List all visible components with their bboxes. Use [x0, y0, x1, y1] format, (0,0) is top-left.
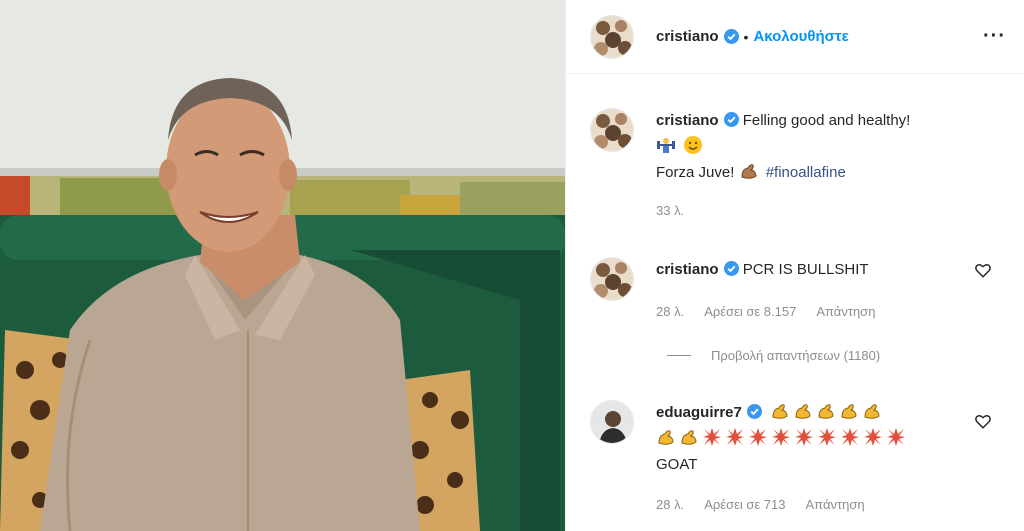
avatar-image — [591, 109, 633, 151]
verified-badge-icon — [723, 112, 739, 127]
heart-outline-icon[interactable] — [974, 412, 992, 430]
flexed-biceps-emoji-icon — [864, 404, 880, 419]
post-side-panel: cristiano • Ακολουθήστε ··· cristiano Fe… — [565, 0, 1024, 531]
caption-author-username[interactable]: cristiano — [656, 112, 719, 129]
post-author-username[interactable]: cristiano — [656, 28, 719, 45]
photo-image — [0, 0, 565, 531]
flexed-biceps-emoji-icon — [681, 430, 697, 445]
flexed-biceps-emoji-icon — [795, 404, 811, 419]
smiling-face-emoji-icon — [684, 136, 703, 154]
separator-dot: • — [743, 28, 749, 45]
anger-symbol-emoji-icon — [726, 428, 744, 446]
anger-symbol-emoji-icon — [795, 428, 813, 446]
comment-reply-button[interactable]: Απάντηση — [806, 492, 865, 518]
replies-divider-line — [667, 355, 691, 356]
comment-meta: 28 λ. Αρέσει σε 713 Απάντηση — [656, 492, 1006, 518]
post-header: cristiano • Ακολουθήστε ··· — [566, 0, 1024, 74]
comment-author-username[interactable]: eduaguirre7 — [656, 404, 742, 421]
anger-symbol-emoji-icon — [887, 428, 905, 446]
caption-body: cristiano Felling good and healthy! Forz… — [656, 108, 1006, 224]
anger-symbol-emoji-icon — [841, 428, 859, 446]
comment-row: cristiano PCR IS BULLSHIT 28 λ. Αρέσει σ… — [590, 257, 1006, 325]
avatar[interactable] — [590, 108, 634, 152]
view-replies-label: Προβολή απαντήσεων (1180) — [711, 348, 881, 363]
caption-meta: 33 λ. — [656, 198, 1006, 224]
follow-button[interactable]: Ακολουθήστε — [753, 28, 848, 45]
comment-likes-link[interactable]: Αρέσει σε 713 — [704, 492, 785, 518]
verified-badge-icon — [723, 29, 739, 44]
caption-text-line2: Forza Juve! — [656, 164, 735, 181]
verified-badge-icon — [746, 404, 762, 419]
anger-symbol-emoji-icon — [749, 428, 767, 446]
avatar[interactable] — [590, 14, 634, 59]
avatar-image — [591, 258, 633, 300]
comment-text: GOAT — [656, 456, 698, 473]
avatar-image — [591, 15, 633, 58]
heart-outline-icon[interactable] — [974, 261, 992, 279]
comment-meta: 28 λ. Αρέσει σε 8.157 Απάντηση — [656, 299, 1006, 325]
comment-emoji-row-2 — [656, 426, 1006, 452]
flexed-biceps-emoji-icon — [841, 404, 857, 419]
caption-emoji-line — [656, 134, 1006, 160]
comment-author-username[interactable]: cristiano — [656, 261, 719, 278]
caption-row: cristiano Felling good and healthy! Forz… — [590, 108, 1006, 224]
anger-symbol-emoji-icon — [772, 428, 790, 446]
anger-symbol-emoji-icon — [864, 428, 882, 446]
avatar[interactable] — [590, 400, 634, 444]
avatar-image — [591, 401, 633, 443]
comment-emoji-row-1 — [770, 404, 885, 421]
flexed-biceps-emoji-icon — [818, 404, 834, 419]
avatar[interactable] — [590, 257, 634, 301]
verified-badge-icon — [723, 261, 739, 276]
comment-row: eduaguirre7 GOAT 28 λ. Αρέσει σε 713 Απά… — [590, 400, 1006, 518]
flexed-biceps-emoji-icon — [658, 430, 674, 445]
person-lifting-weights-emoji-icon — [657, 138, 675, 153]
comment-text: PCR IS BULLSHIT — [742, 261, 869, 278]
flexed-biceps-emoji-icon — [741, 164, 757, 179]
comment-reply-button[interactable]: Απάντηση — [816, 299, 875, 325]
comment-time: 28 λ. — [656, 497, 685, 512]
post-photo[interactable] — [0, 0, 565, 531]
comment-time: 28 λ. — [656, 304, 685, 319]
caption-text-line1: Felling good and healthy! — [742, 112, 911, 129]
more-options-icon[interactable]: ··· — [983, 25, 1006, 48]
comment-likes-link[interactable]: Αρέσει σε 8.157 — [704, 299, 796, 325]
caption-time: 33 λ. — [656, 203, 685, 218]
anger-symbol-emoji-icon — [818, 428, 836, 446]
comment-body: cristiano PCR IS BULLSHIT 28 λ. Αρέσει σ… — [656, 257, 1006, 325]
flexed-biceps-emoji-icon — [772, 404, 788, 419]
anger-symbol-emoji-icon — [703, 428, 721, 446]
comment-body: eduaguirre7 GOAT 28 λ. Αρέσει σε 713 Απά… — [656, 400, 1006, 518]
caption-hashtag-link[interactable]: #finoallafine — [766, 164, 846, 181]
view-replies-button[interactable]: Προβολή απαντήσεων (1180) — [667, 348, 880, 363]
